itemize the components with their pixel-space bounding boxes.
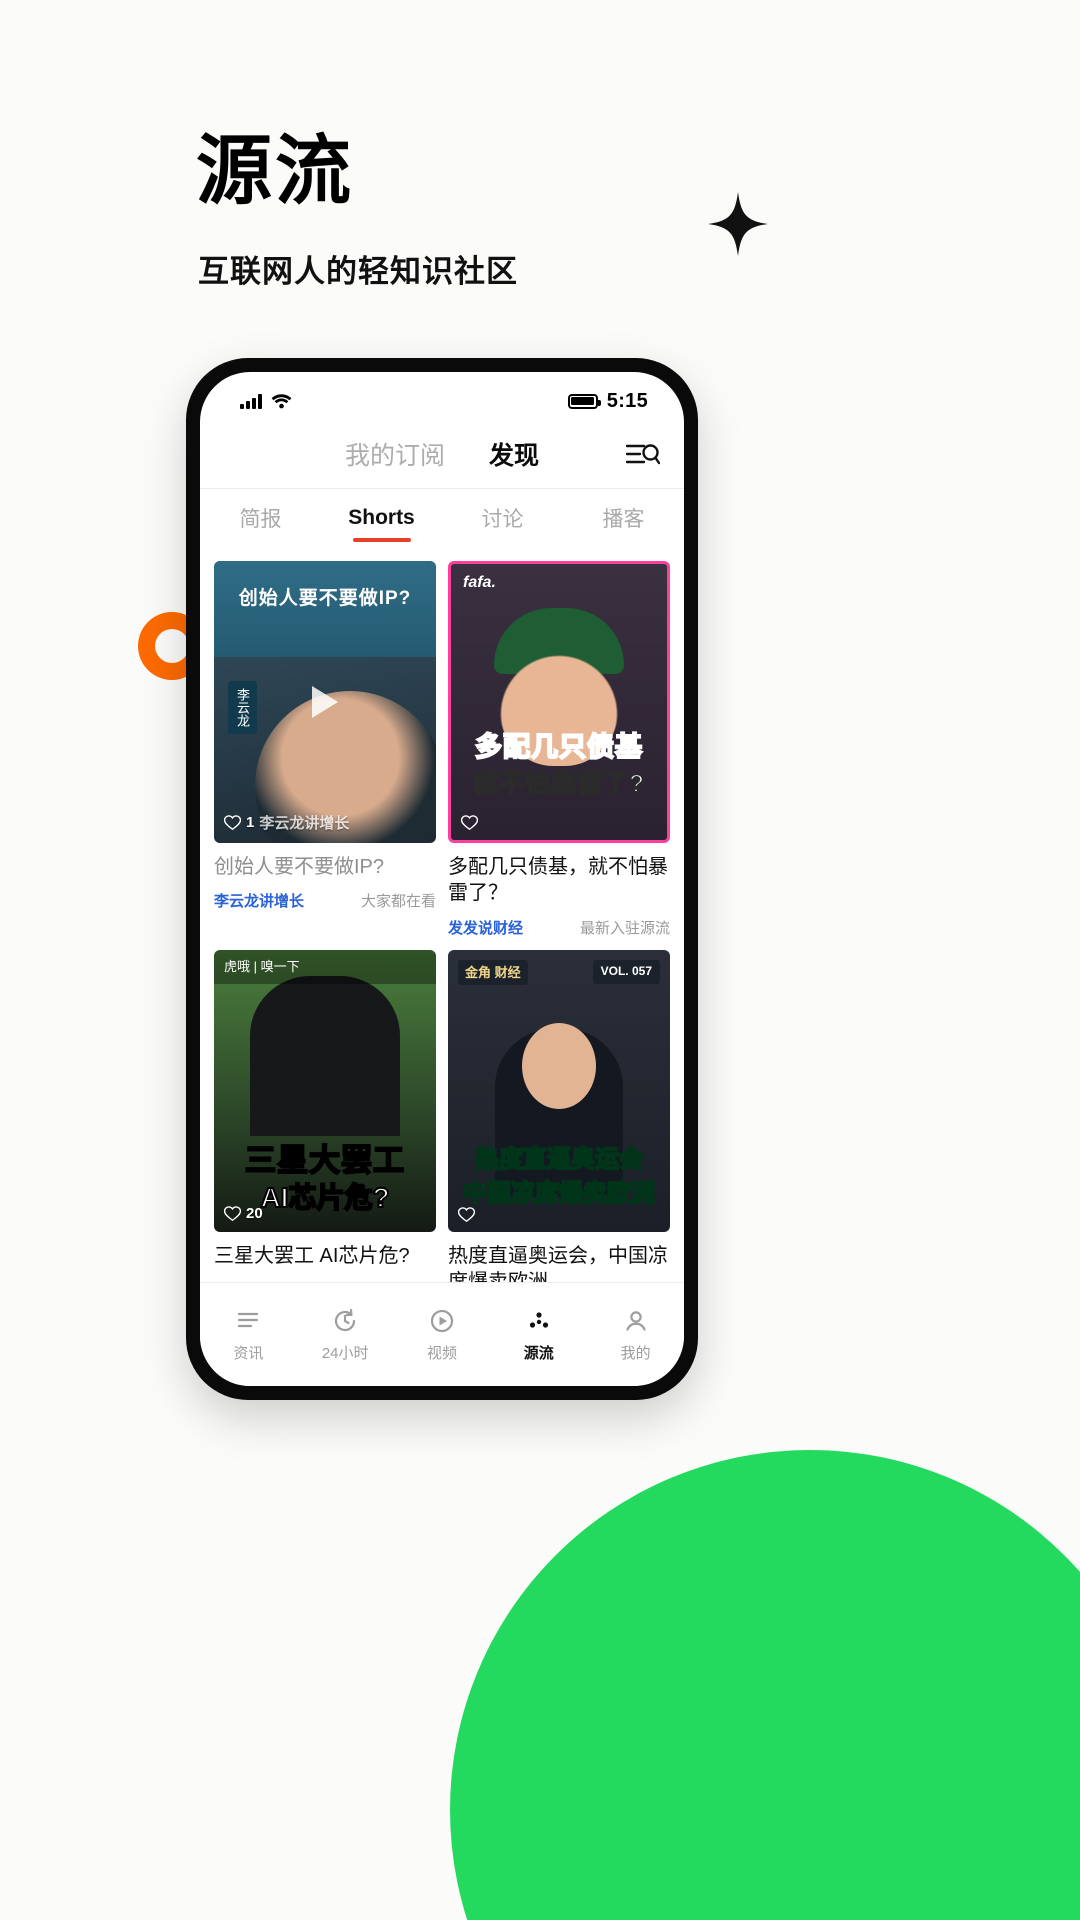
thumb-overlay-line1: 多配几只债基 bbox=[474, 731, 643, 763]
video-thumbnail[interactable]: 创始人要不要做IP? 李云龙 1 李云龙讲增长 bbox=[214, 561, 436, 843]
signal-bars-icon bbox=[240, 394, 262, 409]
search-list-icon[interactable] bbox=[625, 440, 661, 470]
bottom-tab-bar: 资讯 24小时 视频 源流 我的 bbox=[200, 1282, 684, 1386]
like-count-value: 1 bbox=[246, 814, 255, 831]
battery-icon bbox=[567, 393, 601, 409]
sparkle-icon bbox=[708, 192, 768, 256]
top-tab-discover[interactable]: 发现 bbox=[489, 436, 539, 472]
tab-brief[interactable]: 简报 bbox=[200, 503, 321, 545]
meta-note: 大家都在看 bbox=[360, 893, 436, 911]
channel-link[interactable]: 李云龙讲增长 bbox=[214, 890, 304, 911]
page-subtitle: 互联网人的轻知识社区 bbox=[198, 254, 518, 289]
video-play-icon bbox=[430, 1309, 454, 1332]
thumb-overlay-line2: 中国凉席爆卖欧洲 bbox=[462, 1179, 656, 1208]
like-count bbox=[461, 815, 483, 830]
heart-icon bbox=[224, 815, 241, 830]
video-meta: 李云龙讲增长 大家都在看 bbox=[214, 890, 436, 911]
like-count-value: 20 bbox=[246, 1204, 263, 1222]
thumb-overlay-title: 创始人要不要做IP? bbox=[238, 588, 412, 609]
bottom-tab-label: 我的 bbox=[620, 1344, 651, 1362]
video-card[interactable]: fafa. 多配几只债基 就不怕暴雷了? 多配几只债基，就不怕暴雷了？ 发发说财… bbox=[448, 561, 670, 938]
wifi-icon bbox=[271, 394, 292, 409]
clock-refresh-icon bbox=[335, 1308, 356, 1331]
video-caption: 创始人要不要做IP? bbox=[214, 856, 385, 878]
video-card[interactable]: 金角 财经 VOL. 057 热度直逼奥运会 中国凉席爆卖欧洲 热度直逼奥运会，… bbox=[448, 949, 670, 1327]
page-title: 源流 bbox=[196, 129, 354, 214]
thumb-overlay-line1: 热度直逼奥运会 bbox=[474, 1145, 644, 1174]
green-decorative-blob bbox=[450, 1450, 1080, 1920]
heart-icon bbox=[458, 1206, 475, 1222]
video-card[interactable]: 虎哦 | 嗅一下 三星大罢工 AI芯片危? 20 三星大罢工 AI芯片危? bbox=[214, 949, 436, 1327]
like-count: 20 bbox=[224, 1205, 263, 1222]
thumb-brand-badge: 金角 财经 bbox=[458, 959, 528, 986]
thumb-overlay-line2: 就不怕暴雷了? bbox=[472, 769, 646, 799]
tab-podcast[interactable]: 播客 bbox=[563, 503, 684, 545]
tab-shorts[interactable]: Shorts bbox=[321, 506, 442, 542]
video-thumbnail[interactable]: fafa. 多配几只债基 就不怕暴雷了? bbox=[448, 561, 670, 843]
heart-icon bbox=[461, 815, 478, 830]
bottom-tab-video[interactable]: 视频 bbox=[394, 1307, 491, 1363]
video-thumbnail[interactable]: 虎哦 | 嗅一下 三星大罢工 AI芯片危? 20 bbox=[214, 949, 436, 1232]
shorts-feed-grid: 创始人要不要做IP? 李云龙 1 李云龙讲增长 创始人要不要做IP? 李云龙讲增… bbox=[200, 551, 684, 1327]
status-bar: 5:15 bbox=[200, 372, 684, 422]
video-card[interactable]: 创始人要不要做IP? 李云龙 1 李云龙讲增长 创始人要不要做IP? 李云龙讲增… bbox=[214, 561, 436, 938]
like-count bbox=[458, 1206, 480, 1222]
category-tab-bar: 简报 Shorts 讨论 播客 bbox=[200, 488, 684, 551]
bottom-tab-label: 资讯 bbox=[233, 1344, 264, 1362]
video-thumbnail[interactable]: 金角 财经 VOL. 057 热度直逼奥运会 中国凉席爆卖欧洲 bbox=[448, 949, 670, 1232]
phone-screen: 5:15 我的订阅 发现 简报 Shorts 讨论 播客 创始人要不要做IP? … bbox=[200, 372, 684, 1386]
thumb-topbar-label: 虎哦 | 嗅一下 bbox=[224, 958, 300, 974]
tab-discussion[interactable]: 讨论 bbox=[442, 503, 563, 545]
bottom-tab-label: 24小时 bbox=[321, 1344, 369, 1362]
news-lines-icon bbox=[238, 1312, 259, 1327]
bottom-tab-label: 源流 bbox=[523, 1344, 554, 1362]
promo-page: 源流 互联网人的轻知识社区 5:15 我的订阅 发现 简报 Shorts 讨论 … bbox=[0, 0, 1080, 1920]
video-caption: 多配几只债基，就不怕暴雷了？ bbox=[448, 856, 668, 905]
thumb-volume-badge: VOL. 057 bbox=[592, 959, 660, 984]
person-icon bbox=[625, 1310, 646, 1331]
thumb-overlay-tag: 李云龙 bbox=[228, 681, 257, 734]
bottom-tab-mine[interactable]: 我的 bbox=[587, 1307, 684, 1363]
video-meta: 发发说财经 最新入驻源流 bbox=[448, 917, 670, 938]
source-dots-icon bbox=[529, 1311, 548, 1328]
video-caption: 三星大罢工 AI芯片危? bbox=[214, 1244, 410, 1267]
bottom-tab-label: 视频 bbox=[426, 1344, 457, 1362]
bottom-tab-news[interactable]: 资讯 bbox=[200, 1307, 297, 1363]
top-tab-subscriptions[interactable]: 我的订阅 bbox=[345, 436, 445, 472]
thumb-logo: fafa. bbox=[463, 574, 496, 591]
thumb-overlay-line1: 三星大罢工 bbox=[244, 1142, 405, 1179]
top-nav: 我的订阅 发现 bbox=[200, 422, 684, 488]
heart-icon bbox=[224, 1205, 241, 1221]
channel-link[interactable]: 发发说财经 bbox=[448, 917, 523, 938]
like-count: 1 李云龙讲增长 bbox=[224, 812, 349, 833]
bottom-tab-24h[interactable]: 24小时 bbox=[297, 1307, 394, 1363]
play-button-icon[interactable] bbox=[312, 686, 338, 718]
status-clock: 5:15 bbox=[606, 389, 648, 412]
bottom-tab-source[interactable]: 源流 bbox=[490, 1307, 587, 1363]
phone-mockup: 5:15 我的订阅 发现 简报 Shorts 讨论 播客 创始人要不要做IP? … bbox=[186, 358, 698, 1400]
meta-note: 最新入驻源流 bbox=[579, 919, 670, 937]
like-channel: 李云龙讲增长 bbox=[259, 815, 350, 832]
